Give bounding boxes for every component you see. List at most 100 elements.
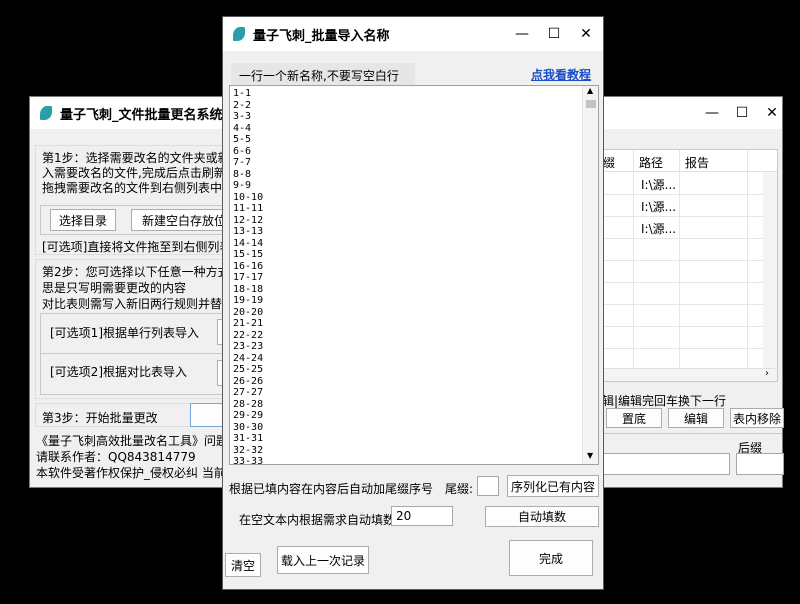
column-divider <box>679 150 680 368</box>
import-names-window: 量子飞刺_批量导入名称 — ☐ ✕ 一行一个新名称,不要写空白行 点我看教程 1… <box>222 16 604 590</box>
name-line: 18-18 <box>233 283 264 295</box>
instruction-text: 一行一个新名称,不要写空白行 <box>239 69 399 83</box>
name-line: 29-29 <box>233 410 264 421</box>
edit-hint: 辑|编辑完回车换下一行 <box>602 394 727 408</box>
step2-line1: 第2步：您可选择以下任意一种方式 <box>42 265 230 279</box>
clear-button[interactable]: 清空 <box>225 553 261 577</box>
tail-suffix-input[interactable] <box>477 476 499 496</box>
name-line: 2-2 <box>233 99 252 111</box>
name-line: 26-26 <box>233 375 264 387</box>
close-button[interactable]: ✕ <box>757 97 787 129</box>
auto-fill-label: 在空文本内根据需求自动填数 <box>239 513 396 527</box>
row-divider <box>597 238 767 239</box>
minimize-button[interactable]: — <box>697 97 727 129</box>
name-line: 14-14 <box>233 237 264 249</box>
file-table[interactable]: 缀 路径 报告 I:\源... I:\源... I:\源... › <box>596 149 778 382</box>
name-line: 31-31 <box>233 433 264 444</box>
footer-line2: 请联系作者：QQ843814779 <box>36 450 196 464</box>
close-button[interactable]: ✕ <box>571 17 601 51</box>
column-header-path[interactable]: 路径 <box>639 154 663 171</box>
row-divider <box>597 326 767 327</box>
tutorial-link[interactable]: 点我看教程 <box>531 66 591 83</box>
name-line: 23-23 <box>233 341 264 352</box>
new-name-input[interactable] <box>600 453 730 475</box>
name-line: 20-20 <box>233 306 264 318</box>
start-button[interactable] <box>190 403 225 427</box>
name-line: 4-4 <box>233 122 252 134</box>
suffix-serial-label: 根据已填内容在内容后自动加尾缀序号 <box>229 482 434 496</box>
step2-line2: 思是只写明需要更改的内容 <box>42 281 187 295</box>
step1-line3: 拖拽需要改名的文件到右侧列表中也 <box>42 181 235 195</box>
move-bottom-button[interactable]: 置底 <box>606 408 662 428</box>
option1-label: [可选项1]根据单行列表导入 <box>50 326 199 340</box>
name-line: 12-12 <box>233 214 264 226</box>
name-line: 28-28 <box>233 398 264 410</box>
maximize-button[interactable]: ☐ <box>539 17 569 51</box>
scroll-down-icon[interactable]: ▼ <box>587 451 593 460</box>
app-logo-icon <box>40 106 52 120</box>
scroll-thumb[interactable] <box>586 100 596 108</box>
name-line: 5-5 <box>233 134 252 145</box>
name-line: 1-1 <box>233 88 252 99</box>
option2-label: [可选项2]根据对比表导入 <box>50 365 187 379</box>
names-textarea[interactable]: 1-1 2-2 3-3 4-4 5-5 6-6 7-7 8-8 9-9 10-10 11-11 12-… <box>229 85 599 465</box>
name-line: 15-15 <box>233 249 264 260</box>
name-line: 9-9 <box>233 180 252 191</box>
name-line: 25-25 <box>233 364 264 375</box>
vertical-scrollbar[interactable]: ▲ ▼ <box>582 86 598 464</box>
table-row-path[interactable]: I:\源... <box>641 220 676 237</box>
name-line: 32-32 <box>233 444 264 456</box>
vertical-scrollbar[interactable] <box>763 172 777 368</box>
select-directory-button[interactable]: 选择目录 <box>50 209 116 231</box>
name-line: 6-6 <box>233 145 252 157</box>
front-window-title: 量子飞刺_批量导入名称 <box>253 28 390 44</box>
table-header: 缀 路径 报告 <box>597 150 777 172</box>
auto-fill-input[interactable]: 20 <box>391 506 453 526</box>
suffix-input[interactable] <box>736 453 784 475</box>
back-window-title: 量子飞刺_文件批量更名系统 <box>60 107 223 123</box>
row-divider <box>597 282 767 283</box>
scroll-right-icon[interactable]: › <box>765 368 769 379</box>
name-line: 17-17 <box>233 272 264 283</box>
name-line: 19-19 <box>233 295 264 306</box>
row-divider <box>597 216 767 217</box>
row-divider <box>597 260 767 261</box>
name-line: 24-24 <box>233 352 264 364</box>
serialize-button[interactable]: 序列化已有内容 <box>507 475 599 497</box>
option-divider <box>40 353 226 354</box>
new-folder-button[interactable]: 新建空白存放位 <box>131 209 225 231</box>
name-line: 33-33 <box>233 456 264 465</box>
done-button[interactable]: 完成 <box>509 540 593 576</box>
name-line: 8-8 <box>233 168 252 180</box>
minimize-button[interactable]: — <box>507 17 537 51</box>
name-line: 30-30 <box>233 421 264 433</box>
footer-line3: 本软件受著作权保护_侵权必纠 当前版 <box>36 466 238 480</box>
row-divider <box>597 348 767 349</box>
column-header-report[interactable]: 报告 <box>685 154 709 171</box>
table-row-path[interactable]: I:\源... <box>641 198 676 215</box>
remove-from-list-button[interactable]: 表内移除 <box>730 408 784 428</box>
name-line: 22-22 <box>233 329 264 341</box>
name-line: 11-11 <box>233 203 264 214</box>
column-divider <box>747 150 748 368</box>
auto-fill-button[interactable]: 自动填数 <box>485 506 599 527</box>
step1-optional: [可选项]直接将文件拖至到右侧列表 <box>42 240 232 254</box>
name-line: 21-21 <box>233 318 264 329</box>
section-divider <box>590 433 782 434</box>
step2-line3: 对比表则需写入新旧两行规则并替换 <box>42 297 235 311</box>
scroll-up-icon[interactable]: ▲ <box>587 86 593 95</box>
name-line: 27-27 <box>233 387 264 398</box>
tail-suffix-label: 尾缀: <box>445 482 474 496</box>
load-last-record-button[interactable]: 载入上一次记录 <box>277 546 369 574</box>
column-divider <box>633 150 634 368</box>
column-header-suffix[interactable]: 缀 <box>603 154 615 171</box>
footer-line1: 《量子飞刺高效批量改名工具》问题反 <box>36 434 241 448</box>
edit-button[interactable]: 编辑 <box>668 408 724 428</box>
maximize-button[interactable]: ☐ <box>727 97 757 129</box>
step3-label: 第3步：开始批量更改 <box>42 411 158 425</box>
name-line: 7-7 <box>233 157 252 168</box>
horizontal-scrollbar[interactable]: › <box>597 368 777 381</box>
table-row-path[interactable]: I:\源... <box>641 176 676 193</box>
name-line: 16-16 <box>233 260 264 272</box>
names-lines: 1-1 2-2 3-3 4-4 5-5 6-6 7-7 8-8 9-9 10-10 11-11 12-… <box>233 88 264 465</box>
